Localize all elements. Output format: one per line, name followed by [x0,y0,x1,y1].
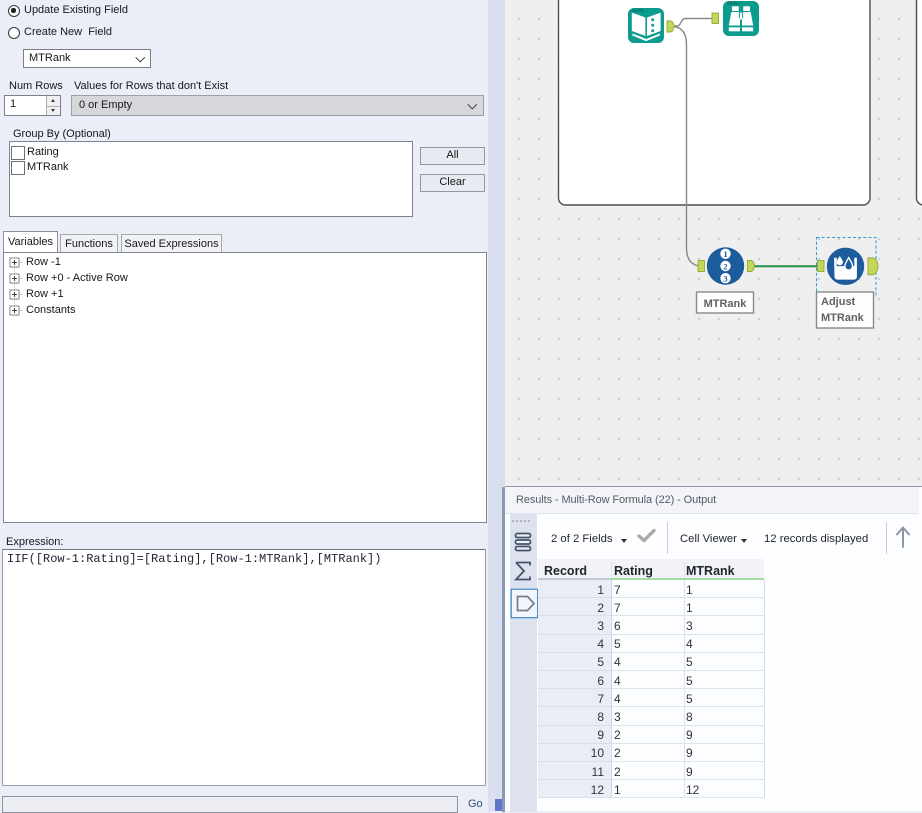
svg-text:MTRank: MTRank [821,312,865,324]
svg-text:Adjust: Adjust [821,296,856,308]
svg-text:3: 3 [723,274,727,284]
svg-text:1: 1 [723,249,727,259]
svg-text:2: 2 [723,261,727,271]
svg-text:MTRank: MTRank [704,298,748,310]
